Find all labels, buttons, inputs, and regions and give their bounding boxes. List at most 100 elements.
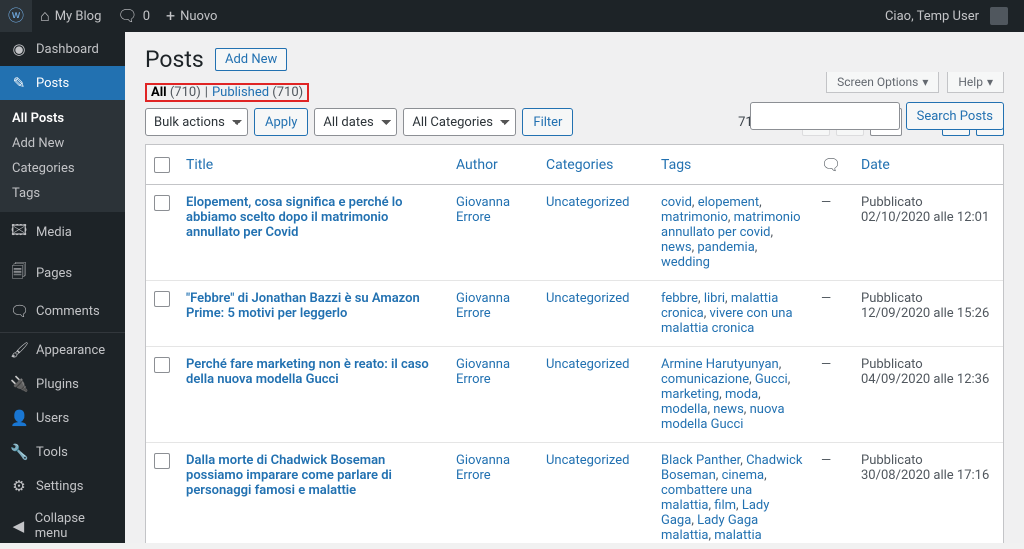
tag-link[interactable]: combattere una malattia	[661, 483, 752, 513]
posts-table: Title Author Categories Tags 🗨 Date Elop…	[145, 144, 1004, 543]
author-link[interactable]: Giovanna Errore	[456, 453, 510, 483]
filter-all[interactable]: All (710)	[151, 85, 201, 100]
bulk-actions-select[interactable]: Bulk actions	[145, 108, 248, 136]
tag-link[interactable]: Black Panther	[661, 453, 740, 468]
content-area: Screen Options▾ Help▾ Posts Add New All …	[125, 32, 1024, 543]
tag-link[interactable]: pandemia	[697, 240, 754, 255]
post-title-link[interactable]: Perché fare marketing non è reato: il ca…	[186, 357, 429, 387]
submenu-item-categories[interactable]: Categories	[0, 156, 125, 181]
comments-cell: —	[813, 185, 853, 281]
col-title[interactable]: Title	[178, 145, 448, 185]
categories-filter[interactable]: All Categories	[403, 108, 516, 136]
admin-toolbar: ⓦ ⌂ My Blog 🗨0 + Nuovo Ciao, Temp User	[0, 0, 1024, 32]
menu-item-dashboard[interactable]: ◉Dashboard	[0, 32, 125, 66]
dates-filter[interactable]: All dates	[314, 108, 397, 136]
posts-icon: ✎	[10, 74, 28, 92]
plus-icon: +	[166, 8, 175, 24]
select-all-checkbox[interactable]	[154, 157, 170, 173]
post-title-link[interactable]: "Febbre" di Jonathan Bazzi è su Amazon P…	[186, 291, 420, 321]
table-row: "Febbre" di Jonathan Bazzi è su Amazon P…	[146, 281, 1003, 347]
admin-menu: ◉Dashboard✎Posts All PostsAdd NewCategori…	[0, 32, 125, 543]
pages-icon: 🗐	[10, 261, 28, 286]
col-author[interactable]: Author	[448, 145, 538, 185]
site-name-link[interactable]: ⌂ My Blog	[32, 0, 109, 32]
row-checkbox[interactable]	[154, 453, 170, 469]
filter-published[interactable]: Published (710)	[212, 85, 303, 100]
avatar	[990, 7, 1008, 25]
new-label: Nuovo	[180, 9, 217, 24]
tag-link[interactable]: modella	[661, 402, 707, 417]
col-tags[interactable]: Tags	[653, 145, 813, 185]
table-row: Elopement, cosa significa e perché lo ab…	[146, 185, 1003, 281]
category-link[interactable]: Uncategorized	[546, 195, 629, 210]
row-checkbox[interactable]	[154, 195, 170, 211]
user-greeting[interactable]: Ciao, Temp User	[877, 0, 1016, 32]
tag-link[interactable]: news	[713, 402, 744, 417]
screen-options-button[interactable]: Screen Options▾	[826, 72, 939, 93]
category-link[interactable]: Uncategorized	[546, 291, 629, 306]
comments-count: 0	[143, 9, 150, 24]
tag-link[interactable]: wedding	[661, 255, 710, 270]
category-link[interactable]: Uncategorized	[546, 453, 629, 468]
menu-item-appearance[interactable]: 🖌Appearance	[0, 333, 125, 367]
date-cell: Pubblicato02/10/2020 alle 12:01	[853, 185, 1003, 281]
wordpress-icon: ⓦ	[8, 8, 24, 24]
table-row: Dalla morte di Chadwick Boseman possiamo…	[146, 443, 1003, 543]
menu-item-settings[interactable]: ⚙Settings	[0, 469, 125, 503]
search-input[interactable]	[750, 102, 900, 130]
menu-item-media[interactable]: 🖾Media	[0, 212, 125, 253]
col-date[interactable]: Date	[853, 145, 1003, 185]
page-title: Posts	[145, 46, 204, 73]
add-new-button[interactable]: Add New	[215, 48, 287, 71]
col-categories[interactable]: Categories	[538, 145, 653, 185]
author-link[interactable]: Giovanna Errore	[456, 291, 510, 321]
post-title-link[interactable]: Elopement, cosa significa e perché lo ab…	[186, 195, 403, 240]
tag-link[interactable]: film	[714, 498, 736, 513]
category-link[interactable]: Uncategorized	[546, 357, 629, 372]
author-link[interactable]: Giovanna Errore	[456, 357, 510, 387]
tag-link[interactable]: covid	[661, 195, 692, 210]
wp-logo[interactable]: ⓦ	[0, 0, 32, 32]
menu-item-plugins[interactable]: 🔌Plugins	[0, 367, 125, 401]
filter-button[interactable]: Filter	[522, 108, 573, 136]
submenu-item-add-new[interactable]: Add New	[0, 131, 125, 156]
row-checkbox[interactable]	[154, 357, 170, 373]
comments-link[interactable]: 🗨0	[109, 0, 158, 32]
help-button[interactable]: Help▾	[947, 72, 1004, 93]
search-button[interactable]: Search Posts	[906, 102, 1004, 130]
comments-icon: 🗨	[10, 302, 28, 320]
tag-link[interactable]: cinema	[722, 468, 765, 483]
menu-item-posts[interactable]: ✎Posts	[0, 66, 125, 100]
post-title-link[interactable]: Dalla morte di Chadwick Boseman possiamo…	[186, 453, 392, 498]
tag-link[interactable]: matrimonio	[661, 210, 728, 225]
date-cell: Pubblicato30/08/2020 alle 17:16	[853, 443, 1003, 543]
comments-cell: —	[813, 281, 853, 347]
chevron-down-icon: ▾	[922, 75, 928, 89]
tag-link[interactable]: comunicazione	[661, 372, 749, 387]
menu-item-comments[interactable]: 🗨Comments	[0, 294, 125, 328]
home-icon: ⌂	[40, 8, 50, 24]
col-comments[interactable]: 🗨	[813, 145, 853, 185]
tag-link[interactable]: marketing	[661, 387, 719, 402]
menu-item-collapse-menu[interactable]: ◀Collapse menu	[0, 503, 125, 549]
tag-link[interactable]: moda	[725, 387, 758, 402]
menu-item-users[interactable]: 👤Users	[0, 401, 125, 435]
appearance-icon: 🖌	[10, 341, 28, 359]
tag-link[interactable]: libri	[704, 291, 725, 306]
new-content-link[interactable]: + Nuovo	[158, 0, 225, 32]
tag-link[interactable]: elopement	[698, 195, 759, 210]
tag-link[interactable]: news	[661, 240, 692, 255]
tag-link[interactable]: febbre	[661, 291, 698, 306]
row-checkbox[interactable]	[154, 291, 170, 307]
tag-link[interactable]: Gucci	[755, 372, 788, 387]
site-name: My Blog	[55, 9, 102, 24]
menu-item-tools[interactable]: 🔧Tools	[0, 435, 125, 469]
submenu-item-all-posts[interactable]: All Posts	[0, 106, 125, 131]
tag-link[interactable]: Armine Harutyunyan	[661, 357, 779, 372]
collapse-icon: ◀	[10, 517, 27, 535]
author-link[interactable]: Giovanna Errore	[456, 195, 510, 225]
menu-item-pages[interactable]: 🗐Pages	[0, 253, 125, 294]
chevron-down-icon: ▾	[987, 75, 993, 89]
apply-button[interactable]: Apply	[254, 108, 308, 136]
submenu-item-tags[interactable]: Tags	[0, 181, 125, 206]
